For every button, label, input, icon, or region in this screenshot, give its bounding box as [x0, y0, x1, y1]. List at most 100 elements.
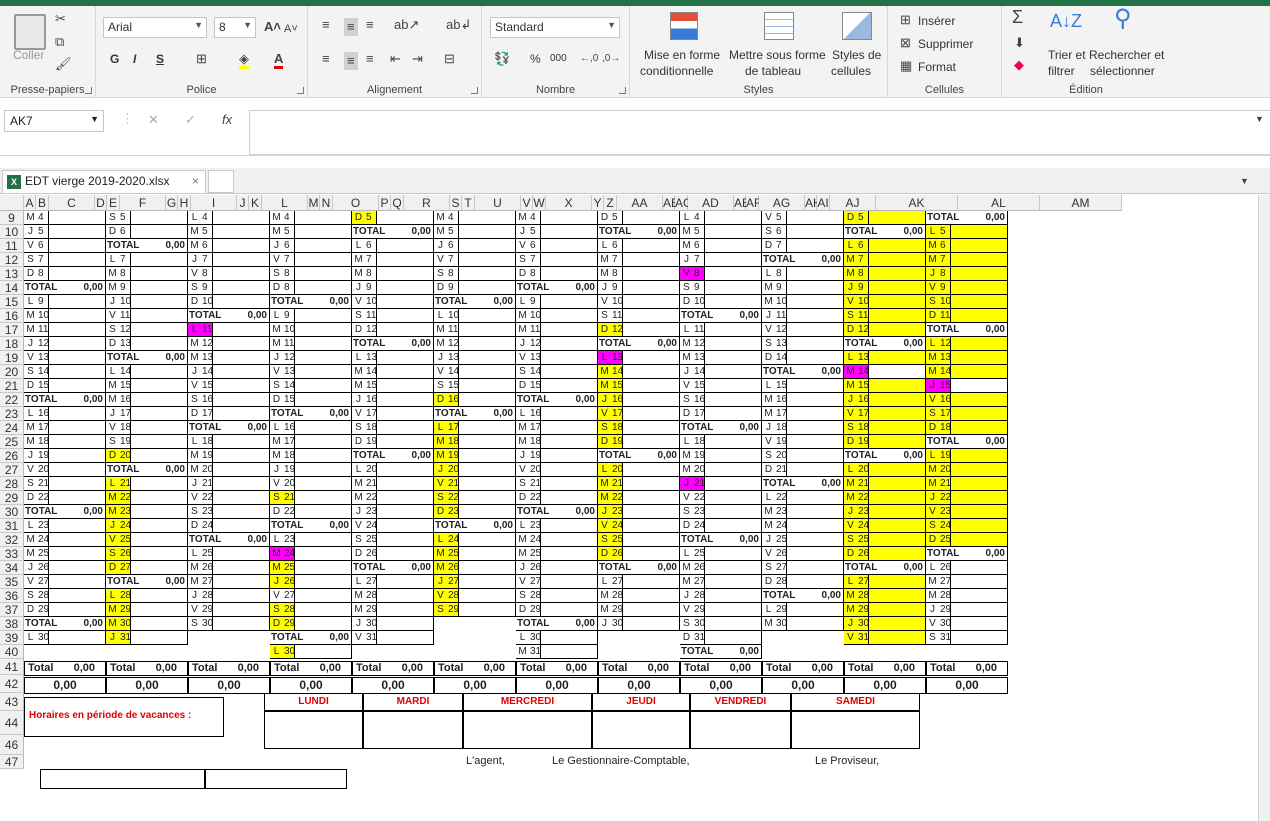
day-cell[interactable]: D 29: [516, 603, 541, 617]
day-cell[interactable]: M 12: [680, 337, 705, 351]
day-cell[interactable]: M 14: [844, 365, 869, 379]
hours-cell[interactable]: [623, 589, 680, 603]
hours-cell[interactable]: [213, 337, 270, 351]
day-cell[interactable]: M 10: [516, 309, 541, 323]
day-cell[interactable]: J 30: [352, 617, 377, 631]
day-cell[interactable]: V 10: [598, 295, 623, 309]
vacation-hours-input[interactable]: [791, 711, 920, 749]
day-cell[interactable]: S 21: [516, 477, 541, 491]
day-cell[interactable]: M 21: [352, 477, 377, 491]
day-cell[interactable]: L 20: [352, 463, 377, 477]
day-cell[interactable]: D 22: [270, 505, 295, 519]
total-cell[interactable]: TOTAL 0,00: [106, 351, 188, 365]
bold-button[interactable]: G: [110, 52, 119, 66]
hours-cell[interactable]: [705, 505, 762, 519]
total-cell[interactable]: TOTAL 0,00: [270, 295, 352, 309]
day-cell[interactable]: M5: [270, 225, 295, 239]
day-cell[interactable]: V 20: [24, 463, 49, 477]
hours-cell[interactable]: [951, 309, 1008, 323]
day-cell[interactable]: S 25: [844, 533, 869, 547]
row-header[interactable]: 27: [0, 463, 24, 477]
row-header[interactable]: 11: [0, 239, 24, 253]
hours-cell[interactable]: [49, 631, 106, 645]
hours-cell[interactable]: [377, 393, 434, 407]
hours-cell[interactable]: [623, 351, 680, 365]
day-cell[interactable]: M 11: [434, 323, 459, 337]
font-launcher-icon[interactable]: [297, 87, 304, 94]
total-cell[interactable]: TOTAL 0,00: [598, 337, 680, 351]
total-cell[interactable]: TOTAL 0,00: [926, 323, 1008, 337]
day-cell[interactable]: J 12: [24, 337, 49, 351]
decrease-indent-icon[interactable]: ⇤: [390, 52, 401, 66]
borders-icon[interactable]: ⊞: [196, 52, 207, 66]
hours-cell[interactable]: [377, 463, 434, 477]
day-cell[interactable]: M 11: [24, 323, 49, 337]
day-cell[interactable]: S 12: [106, 323, 131, 337]
hours-cell[interactable]: [377, 267, 434, 281]
day-cell[interactable]: D 29: [270, 617, 295, 631]
hours-cell[interactable]: [459, 421, 516, 435]
day-cell[interactable]: J 26: [516, 561, 541, 575]
hours-cell[interactable]: [49, 337, 106, 351]
day-cell[interactable]: M 14: [598, 365, 623, 379]
hours-cell[interactable]: [623, 253, 680, 267]
hours-cell[interactable]: [705, 225, 762, 239]
hours-cell[interactable]: [131, 379, 188, 393]
month-grand-total-cell[interactable]: 0,00: [516, 677, 598, 694]
signature-box-left[interactable]: [40, 769, 205, 789]
day-cell[interactable]: S 21: [270, 491, 295, 505]
day-cell[interactable]: M 16: [106, 393, 131, 407]
day-cell[interactable]: L9: [516, 295, 541, 309]
day-cell[interactable]: M 10: [762, 295, 787, 309]
day-cell[interactable]: V8: [680, 267, 705, 281]
wrap-text-icon[interactable]: ab↲: [446, 18, 471, 32]
day-cell[interactable]: M5: [434, 225, 459, 239]
day-cell[interactable]: M 17: [270, 435, 295, 449]
align-left-icon[interactable]: ≡: [322, 52, 330, 66]
day-cell[interactable]: S 27: [762, 561, 787, 575]
hours-cell[interactable]: [951, 239, 1008, 253]
row-header[interactable]: 13: [0, 267, 24, 281]
day-cell[interactable]: S 28: [24, 589, 49, 603]
hours-cell[interactable]: [295, 211, 352, 225]
day-cell[interactable]: L 25: [680, 547, 705, 561]
hours-cell[interactable]: [377, 295, 434, 309]
conditional-format-icon[interactable]: [670, 12, 698, 40]
total-cell[interactable]: TOTAL 0,00: [352, 561, 434, 575]
day-cell[interactable]: D 27: [106, 561, 131, 575]
day-cell[interactable]: J 25: [762, 533, 787, 547]
month-total-cell[interactable]: Total 0,00: [434, 661, 516, 676]
day-cell[interactable]: V 24: [844, 519, 869, 533]
hours-cell[interactable]: [787, 337, 844, 351]
day-cell[interactable]: L7: [106, 253, 131, 267]
row-header[interactable]: 44: [0, 711, 24, 735]
day-cell[interactable]: M8: [106, 267, 131, 281]
day-cell[interactable]: S 16: [188, 393, 213, 407]
find-select-button[interactable]: Rechercher et: [1089, 48, 1164, 62]
day-cell[interactable]: D 17: [680, 407, 705, 421]
column-header[interactable]: C: [49, 195, 95, 211]
hours-cell[interactable]: [869, 505, 926, 519]
row-header[interactable]: 14: [0, 281, 24, 295]
hours-cell[interactable]: [295, 309, 352, 323]
day-cell[interactable]: V 17: [598, 407, 623, 421]
day-cell[interactable]: D8: [516, 267, 541, 281]
font-color-icon[interactable]: A: [274, 52, 284, 69]
column-header[interactable]: AH: [805, 195, 822, 211]
hours-cell[interactable]: [213, 505, 270, 519]
increase-indent-icon[interactable]: ⇥: [412, 52, 423, 66]
day-cell[interactable]: J 16: [352, 393, 377, 407]
day-cell[interactable]: J 11: [762, 309, 787, 323]
hours-cell[interactable]: [377, 575, 434, 589]
day-cell[interactable]: S9: [680, 281, 705, 295]
conditional-format-button[interactable]: Mise en forme: [644, 48, 720, 62]
day-cell[interactable]: V 12: [762, 323, 787, 337]
day-cell[interactable]: L9: [24, 295, 49, 309]
hours-cell[interactable]: [787, 435, 844, 449]
hours-cell[interactable]: [295, 421, 352, 435]
vertical-scrollbar[interactable]: [1258, 195, 1270, 821]
hours-cell[interactable]: [377, 477, 434, 491]
hours-cell[interactable]: [131, 589, 188, 603]
day-cell[interactable]: M7: [598, 253, 623, 267]
hours-cell[interactable]: [459, 337, 516, 351]
